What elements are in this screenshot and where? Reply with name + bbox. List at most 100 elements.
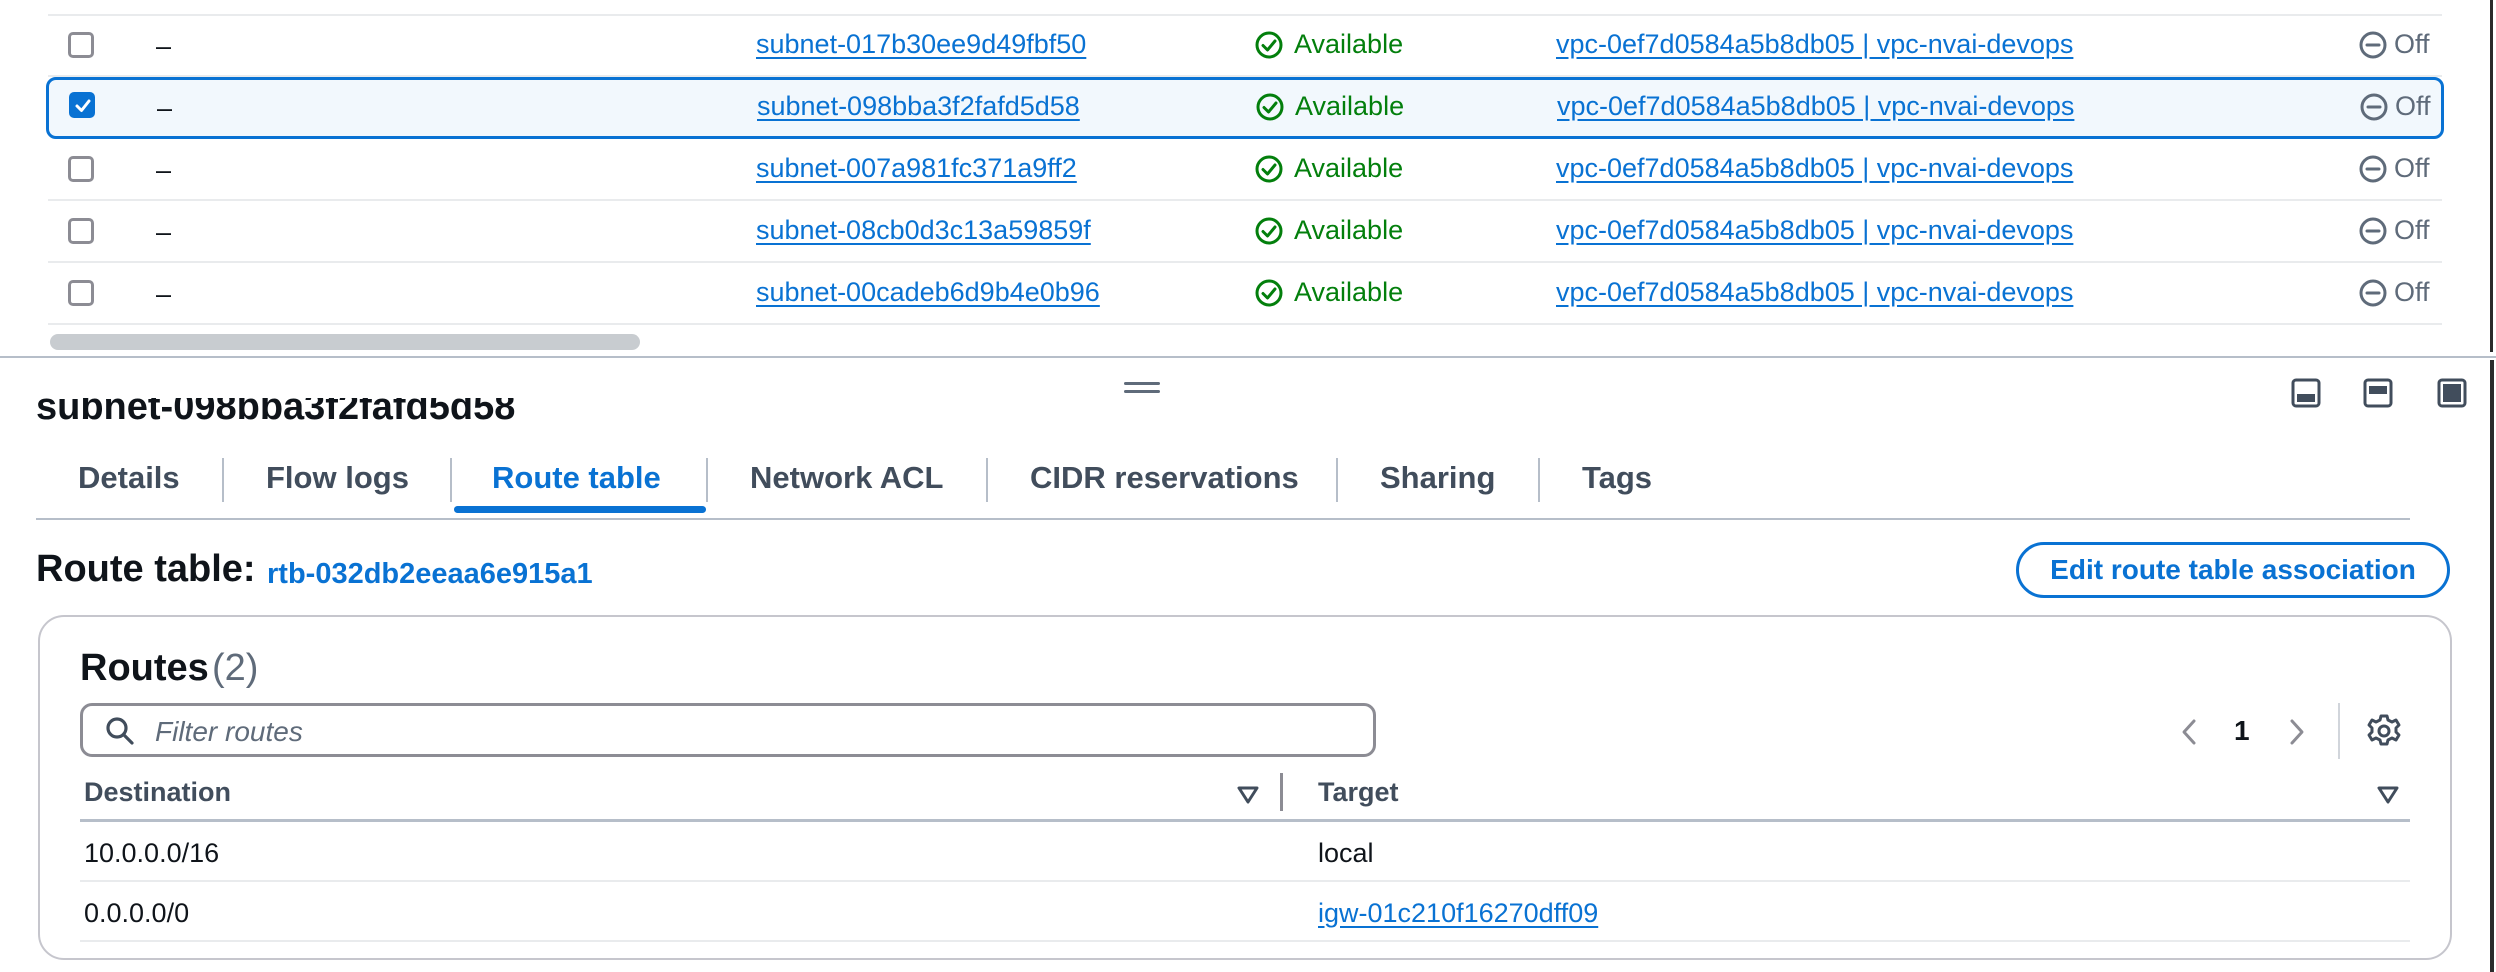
status-text: Available <box>1294 153 1404 183</box>
route-target: local <box>1318 838 1374 868</box>
split-bottom-icon[interactable] <box>2290 377 2322 409</box>
sort-caret-icon[interactable] <box>1236 785 1260 805</box>
details-scrollbar[interactable] <box>2490 360 2494 972</box>
filter-routes-input[interactable] <box>153 712 1357 752</box>
column-resize-handle[interactable] <box>1280 773 1283 811</box>
tab-separator <box>1336 458 1338 502</box>
flag-status: Off <box>2358 29 2430 60</box>
column-header-target[interactable]: Target <box>1318 777 1399 808</box>
subnet-id-link[interactable]: subnet-00cadeb6d9b4e0b96 <box>756 277 1100 308</box>
tab-network-acl[interactable]: Network ACL <box>750 460 943 496</box>
details-tabs: Details Flow logs Route table Network AC… <box>36 450 2410 520</box>
tab-sharing[interactable]: Sharing <box>1380 460 1495 496</box>
settings-gear-icon[interactable] <box>2366 713 2402 749</box>
edit-route-table-association-button[interactable]: Edit route table association <box>2016 542 2450 598</box>
search-icon <box>106 717 134 745</box>
subnet-id-link[interactable]: subnet-08cb0d3c13a59859f <box>756 215 1091 246</box>
status-badge: Available <box>1254 153 1403 184</box>
flag-text: Off <box>2394 215 2430 245</box>
vertical-scrollbar[interactable] <box>2490 0 2493 352</box>
current-page-number[interactable]: 1 <box>2234 715 2250 747</box>
route-destination: 0.0.0.0/0 <box>84 898 190 928</box>
drag-handle-icon[interactable] <box>1124 382 1160 396</box>
status-available-icon <box>1255 31 1283 58</box>
table-row[interactable]: – subnet-007a981fc371a9ff2 Available vpc-0e… <box>48 139 2442 201</box>
column-header-destination[interactable]: Destination <box>84 777 231 808</box>
filter-routes-field[interactable] <box>80 703 1376 757</box>
tab-separator <box>222 458 224 502</box>
flag-text: Off <box>2395 91 2431 121</box>
table-row: 10.0.0.0/16 local <box>80 822 2410 882</box>
route-target-link[interactable]: igw-01c210f16270dff09 <box>1318 898 1598 929</box>
tab-separator <box>706 458 708 502</box>
flag-status: Off <box>2358 153 2430 184</box>
subnet-id-link[interactable]: subnet-098bba3f2fafd5d58 <box>757 91 1080 122</box>
flag-status: Off <box>2358 215 2430 246</box>
subnet-name: – <box>156 217 172 247</box>
table-row[interactable]: – subnet-08cb0d3c13a59859f Available vpc-0e… <box>48 201 2442 263</box>
table-row[interactable]: – subnet-017b30ee9d49fbf50 Available vpc-0e… <box>48 15 2442 77</box>
subnets-table-pane: – subnet-017b30ee9d49fbf50 Available vpc-0e… <box>0 0 2496 356</box>
vpc-link[interactable]: vpc-0ef7d0584a5b8db05 | vpc-nvai-devops <box>1556 153 2073 184</box>
vpc-link[interactable]: vpc-0ef7d0584a5b8db05 | vpc-nvai-devops <box>1556 29 2073 60</box>
tab-route-table[interactable]: Route table <box>492 460 661 496</box>
routes-container: Routes (2) 1 Destination Target 10.0.0.0… <box>38 615 2452 960</box>
route-destination: 10.0.0.0/16 <box>84 838 220 868</box>
routes-count: (2) <box>212 647 259 689</box>
tab-separator <box>986 458 988 502</box>
row-checkbox[interactable] <box>68 32 94 58</box>
flag-status: Off <box>2359 91 2431 122</box>
tab-details[interactable]: Details <box>78 460 180 496</box>
flag-text: Off <box>2394 29 2430 59</box>
fullscreen-icon[interactable] <box>2436 377 2468 409</box>
table-row[interactable]: – subnet-00cadeb6d9b4e0b96 Available vpc-0e… <box>48 263 2442 325</box>
split-side-icon[interactable] <box>2362 377 2394 409</box>
route-table-id-link[interactable]: rtb-032db2eeaa6e915a1 <box>267 558 593 591</box>
row-checkbox[interactable] <box>68 218 94 244</box>
vpc-link[interactable]: vpc-0ef7d0584a5b8db05 | vpc-nvai-devops <box>1557 91 2074 122</box>
chevron-right-icon[interactable] <box>2284 715 2310 749</box>
row-checkbox[interactable] <box>68 280 94 306</box>
vpc-link[interactable]: vpc-0ef7d0584a5b8db05 | vpc-nvai-devops <box>1556 277 2073 308</box>
status-badge: Available <box>1255 91 1404 122</box>
routes-table-header: Destination Target <box>80 771 2410 822</box>
tab-separator <box>450 458 452 502</box>
status-off-icon <box>2359 217 2387 244</box>
row-checkbox[interactable] <box>68 156 94 182</box>
flag-text: Off <box>2394 153 2430 183</box>
details-heading: subnet-098bba3f2fafd5d58 <box>36 398 516 428</box>
status-badge: Available <box>1254 277 1403 308</box>
status-available-icon <box>1255 155 1283 182</box>
subnet-id-link[interactable]: subnet-007a981fc371a9ff2 <box>756 153 1077 184</box>
tab-tags[interactable]: Tags <box>1582 460 1652 496</box>
sort-caret-icon[interactable] <box>2376 785 2400 805</box>
table-row: 0.0.0.0/0 igw-01c210f16270dff09 <box>80 882 2410 942</box>
status-available-icon <box>1255 279 1283 306</box>
status-available-icon <box>1255 217 1283 244</box>
status-off-icon <box>2359 279 2387 306</box>
horizontal-scrollbar-thumb[interactable] <box>50 334 640 350</box>
status-off-icon <box>2360 93 2388 120</box>
tab-flow-logs[interactable]: Flow logs <box>266 460 409 496</box>
status-text: Available <box>1294 215 1404 245</box>
route-table-label: Route table: <box>36 548 256 590</box>
subnet-id-link[interactable]: subnet-017b30ee9d49fbf50 <box>756 29 1086 60</box>
vpc-link[interactable]: vpc-0ef7d0584a5b8db05 | vpc-nvai-devops <box>1556 215 2073 246</box>
status-badge: Available <box>1254 29 1403 60</box>
row-checkbox[interactable] <box>69 92 95 118</box>
pagination-divider <box>2338 703 2340 759</box>
subnet-name: – <box>156 279 172 309</box>
status-off-icon <box>2359 155 2387 182</box>
subnet-name: – <box>156 31 172 61</box>
status-off-icon <box>2359 31 2387 58</box>
status-text: Available <box>1294 277 1404 307</box>
chevron-left-icon[interactable] <box>2176 715 2202 749</box>
table-row[interactable]: – subnet-098bba3f2fafd5d58 Available vpc-0e… <box>46 77 2444 139</box>
split-panel-divider <box>0 356 2496 358</box>
tab-cidr-reservations[interactable]: CIDR reservations <box>1030 460 1299 496</box>
routes-title: Routes <box>80 647 209 689</box>
flag-text: Off <box>2394 277 2430 307</box>
status-available-icon <box>1256 93 1284 120</box>
subnet-name: – <box>157 93 173 123</box>
status-text: Available <box>1295 91 1405 121</box>
